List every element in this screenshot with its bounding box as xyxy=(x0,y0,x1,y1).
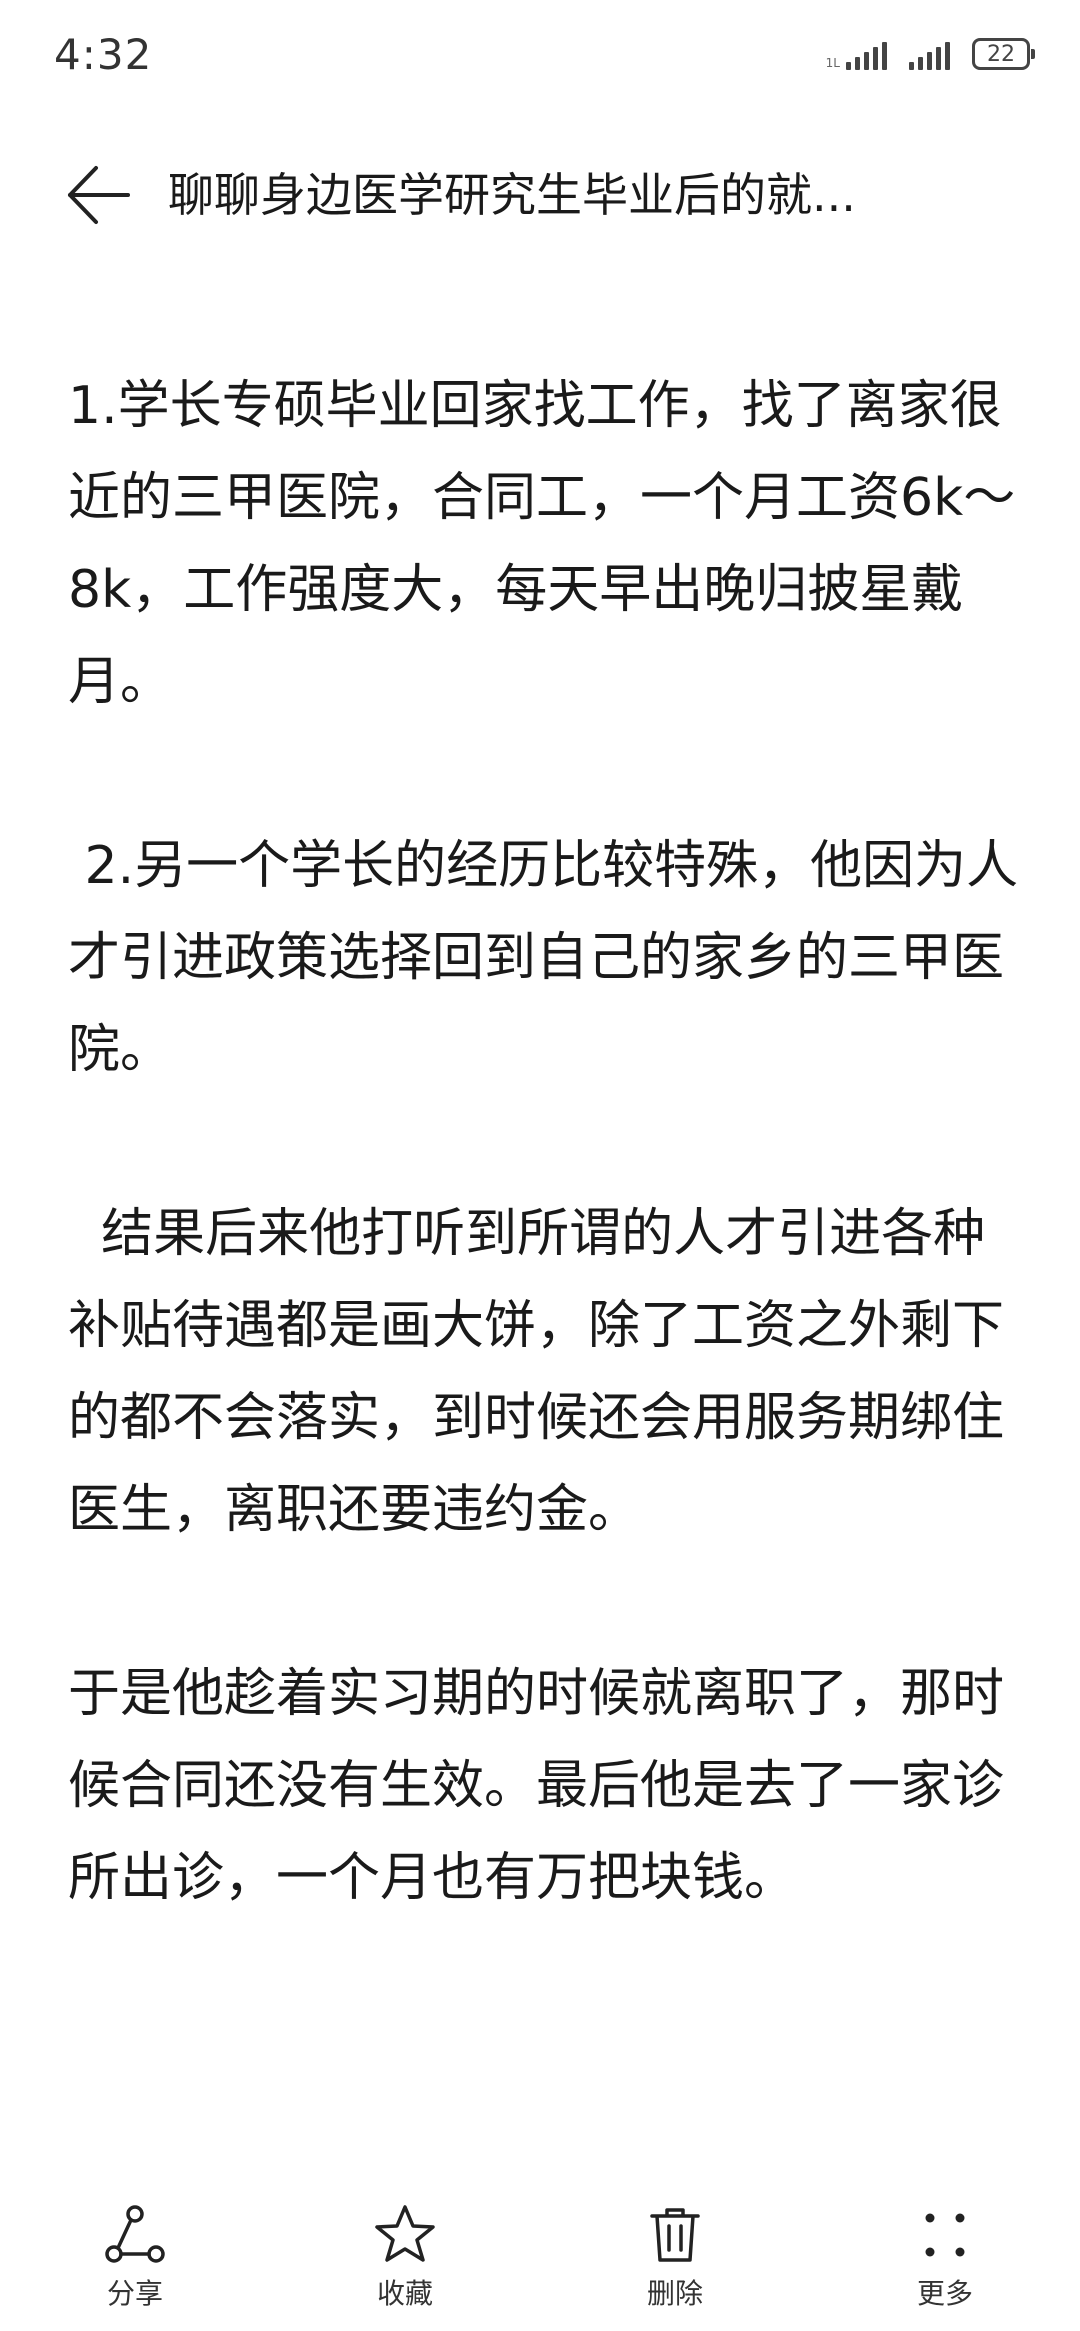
more-label: 更多 xyxy=(916,2277,973,2310)
trash-icon xyxy=(650,2208,700,2262)
title-bar: 聊聊身边医学研究生毕业后的就... xyxy=(0,140,1080,250)
article-body: 1.学长专硕毕业回家找工作，找了离家很近的三甲医院，合同工，一个月工资6k～8k… xyxy=(68,360,1028,2016)
status-bar: 4:32 1L 22 xyxy=(0,0,1080,120)
delete-button[interactable]: 删除 xyxy=(540,2190,810,2331)
more-dots-icon xyxy=(925,2213,965,2257)
back-button[interactable] xyxy=(64,162,134,228)
more-button[interactable]: 更多 xyxy=(810,2190,1080,2331)
delete-label: 删除 xyxy=(646,2277,703,2310)
signal-icon-sim1: 1L xyxy=(826,40,887,70)
favorite-label: 收藏 xyxy=(376,2277,433,2310)
star-icon xyxy=(375,2205,435,2262)
article-paragraph-1: 1.学长专硕毕业回家找工作，找了离家很近的三甲医院，合同工，一个月工资6k～8k… xyxy=(68,376,1016,712)
article-paragraph-3: 结果后来他打听到所谓的人才引进各种补贴待遇都是画大饼，除了工资之外剩下的都不会落… xyxy=(68,1204,1005,1540)
signal-tag: 1L xyxy=(825,56,840,70)
share-icon xyxy=(105,2205,165,2263)
share-button[interactable]: 分享 xyxy=(0,2190,270,2331)
article-paragraph-2: 2.另一个学长的经历比较特殊，他因为人才引进政策选择回到自己的家乡的三甲医院。 xyxy=(68,836,1019,1080)
favorite-button[interactable]: 收藏 xyxy=(270,2190,540,2331)
signal-icon-sim2 xyxy=(909,40,950,70)
status-icons: 1L 22 xyxy=(826,38,1035,70)
back-arrow-icon xyxy=(68,166,130,224)
battery-level: 22 xyxy=(987,41,1015,67)
bottom-toolbar: 分享 收藏 删除 更多 xyxy=(0,2190,1080,2331)
page-title: 聊聊身边医学研究生毕业后的就... xyxy=(168,168,856,222)
battery-icon: 22 xyxy=(972,38,1035,70)
share-label: 分享 xyxy=(106,2277,163,2310)
status-time: 4:32 xyxy=(54,30,153,79)
article-paragraph-4: 于是他趁着实习期的时候就离职了，那时候合同还没有生效。最后他是去了一家诊所出诊，… xyxy=(68,1664,1005,1908)
